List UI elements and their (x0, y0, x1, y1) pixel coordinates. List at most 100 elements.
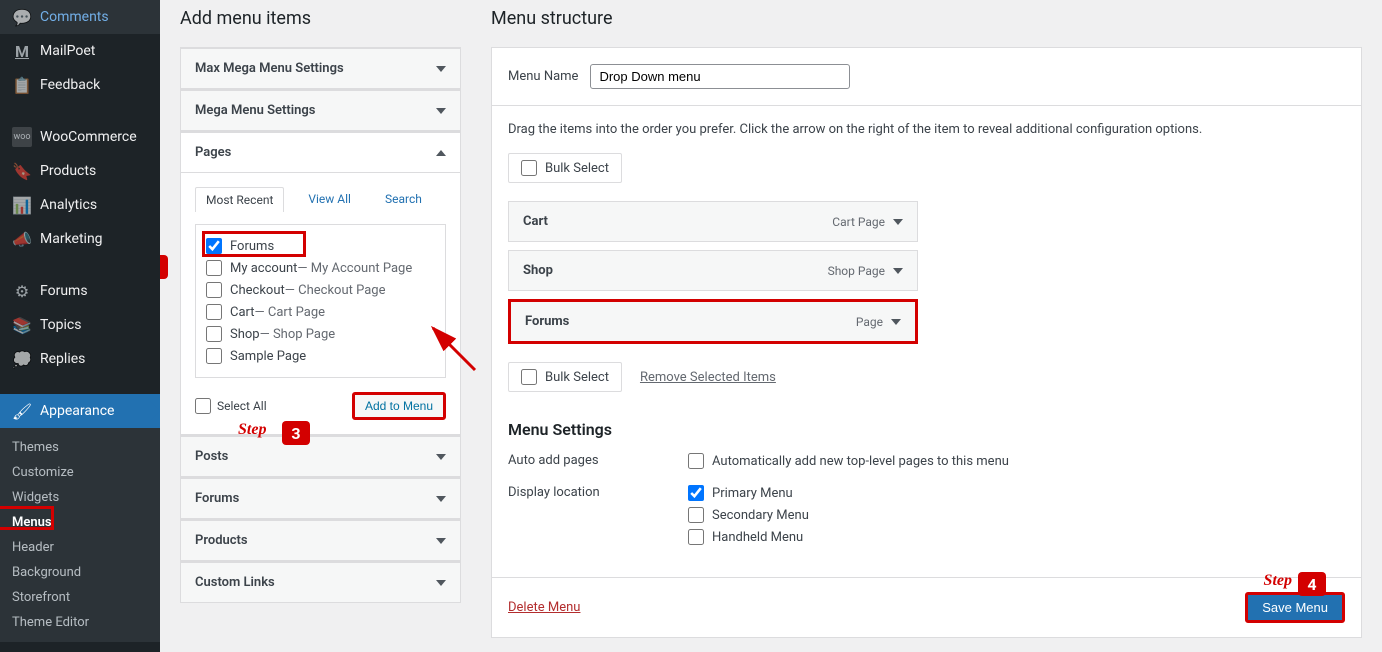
tab-view-all[interactable]: View All (298, 187, 361, 212)
topics-icon: 📚 (12, 315, 32, 335)
page-row-forums[interactable]: Forums (206, 235, 435, 257)
menu-item-forums[interactable]: Forums Page (508, 299, 918, 344)
location-handheld-checkbox[interactable] (688, 529, 704, 545)
submenu-theme-editor[interactable]: Theme Editor (0, 610, 160, 635)
step-label-4: Step (1264, 572, 1292, 590)
bulk-second-row: Bulk Select Remove Selected Items (508, 362, 1345, 392)
delete-menu-link[interactable]: Delete Menu (508, 600, 580, 615)
sidebar-item-marketing[interactable]: 📣Marketing (0, 222, 160, 256)
accordion-maxmega: Max Mega Menu Settings (180, 47, 461, 89)
page-checkbox-shop[interactable] (206, 326, 222, 342)
page-row-sample[interactable]: Sample Page (206, 345, 435, 367)
sidebar-item-woocommerce[interactable]: woo WooCommerce (0, 120, 160, 154)
bulk-select-checkbox-top[interactable] (521, 160, 537, 176)
accordion-header-maxmega[interactable]: Max Mega Menu Settings (181, 48, 460, 88)
accordion-posts: Posts (180, 435, 461, 477)
accordion-body-pages: Most Recent View All Search Forums My ac… (181, 172, 460, 434)
submenu-header[interactable]: Header (0, 535, 160, 560)
chevron-down-icon (436, 454, 446, 460)
add-to-menu-row: Select All Add to Menu (195, 392, 446, 420)
step-badge-3: 3 (282, 421, 310, 445)
replies-icon: 💭 (12, 349, 32, 369)
sidebar-item-feedback[interactable]: 📋Feedback (0, 68, 160, 102)
woocommerce-icon: woo (12, 127, 32, 147)
sidebar-item-products[interactable]: 🔖Products (0, 154, 160, 188)
menu-structure-col: Menu structure Menu Name Drag the items … (491, 0, 1362, 632)
page-checkbox-checkout[interactable] (206, 282, 222, 298)
accordion-header-forums[interactable]: Forums (181, 478, 460, 518)
chevron-down-icon (436, 580, 446, 586)
accordion-customlinks: Custom Links (180, 561, 461, 603)
page-row-shop[interactable]: Shop — Shop Page (206, 323, 435, 345)
sidebar-item-analytics[interactable]: 📊Analytics (0, 188, 160, 222)
sidebar-item-label: WooCommerce (40, 129, 137, 145)
sidebar-item-replies[interactable]: 💭 Replies (0, 342, 160, 376)
submenu-menus[interactable]: Menus (0, 510, 160, 535)
pages-list: Forums My account — My Account Page Chec… (195, 224, 446, 378)
appearance-submenu: Themes Customize Widgets Menus Header Ba… (0, 428, 160, 642)
menu-instructions: Drag the items into the order you prefer… (508, 122, 1345, 137)
tab-most-recent[interactable]: Most Recent (195, 187, 284, 212)
accordion-mega: Mega Menu Settings (180, 89, 461, 131)
page-checkbox-forums[interactable] (206, 238, 222, 254)
accordion-header-mega[interactable]: Mega Menu Settings (181, 90, 460, 130)
auto-add-checkbox-label[interactable]: Automatically add new top-level pages to… (688, 453, 1009, 469)
sidebar-item-topics[interactable]: 📚Topics (0, 308, 160, 342)
submenu-customize[interactable]: Customize (0, 460, 160, 485)
bulk-select-top[interactable]: Bulk Select (508, 153, 622, 183)
submenu-themes[interactable]: Themes (0, 435, 160, 460)
bulk-select-checkbox-bottom[interactable] (521, 369, 537, 385)
sidebar-item-appearance[interactable]: 🖌Appearance (0, 394, 160, 428)
location-handheld[interactable]: Handheld Menu (688, 529, 809, 545)
page-row-checkout[interactable]: Checkout — Checkout Page (206, 279, 435, 301)
submenu-background[interactable]: Background (0, 560, 160, 585)
chevron-up-icon (436, 150, 446, 156)
pages-tabs: Most Recent View All Search (195, 187, 446, 212)
sidebar-item-label: Replies (40, 351, 85, 367)
sidebar-item-label: Comments (40, 9, 109, 25)
accordion-products: Products (180, 519, 461, 561)
accordion-header-customlinks[interactable]: Custom Links (181, 562, 460, 602)
location-secondary-checkbox[interactable] (688, 507, 704, 523)
add-items-title: Add menu items (180, 8, 461, 29)
save-menu-button[interactable]: Save Menu (1245, 592, 1345, 623)
auto-add-checkbox[interactable] (688, 453, 704, 469)
chevron-down-icon (436, 496, 446, 502)
sidebar-item-mailpoet[interactable]: MMailPoet (0, 34, 160, 68)
page-checkbox-cart[interactable] (206, 304, 222, 320)
chevron-down-icon (436, 66, 446, 72)
page-row-myaccount[interactable]: My account — My Account Page (206, 257, 435, 279)
select-all-label[interactable]: Select All (195, 398, 267, 414)
select-all-checkbox[interactable] (195, 398, 211, 414)
bulk-select-bottom[interactable]: Bulk Select (508, 362, 622, 392)
submenu-storefront[interactable]: Storefront (0, 585, 160, 610)
sidebar-item-label: Analytics (40, 197, 97, 213)
page-checkbox-sample[interactable] (206, 348, 222, 364)
location-secondary[interactable]: Secondary Menu (688, 507, 809, 523)
page-checkbox-myaccount[interactable] (206, 260, 222, 276)
sidebar-item-label: Marketing (40, 231, 103, 247)
accordion-header-pages[interactable]: Pages (181, 132, 460, 172)
menu-name-input[interactable] (590, 64, 850, 89)
sidebar-item-comments[interactable]: 💬Comments (0, 0, 160, 34)
accordion-header-products[interactable]: Products (181, 520, 460, 560)
page-row-cart[interactable]: Cart — Cart Page (206, 301, 435, 323)
appearance-icon: 🖌 (12, 401, 32, 421)
location-primary-checkbox[interactable] (688, 485, 704, 501)
menu-item-cart[interactable]: Cart Cart Page (508, 201, 918, 242)
tab-search[interactable]: Search (375, 187, 432, 212)
menu-footer: Delete Menu Save Menu (492, 577, 1361, 637)
products-icon: 🔖 (12, 161, 32, 181)
add-to-menu-button[interactable]: Add to Menu (352, 392, 446, 420)
sidebar-item-label: Feedback (40, 77, 100, 93)
sidebar-item-forums[interactable]: ⚙Forums (0, 274, 160, 308)
location-primary[interactable]: Primary Menu (688, 485, 809, 501)
add-menu-items-col: Add menu items Max Mega Menu Settings Me… (180, 0, 461, 632)
menu-body: Drag the items into the order you prefer… (492, 106, 1361, 577)
menu-header: Menu Name (492, 48, 1361, 106)
forums-icon: ⚙ (12, 281, 32, 301)
submenu-widgets[interactable]: Widgets (0, 485, 160, 510)
chevron-down-icon (436, 108, 446, 114)
accordion-header-posts[interactable]: Posts (181, 436, 460, 476)
menu-item-shop[interactable]: Shop Shop Page (508, 250, 918, 291)
